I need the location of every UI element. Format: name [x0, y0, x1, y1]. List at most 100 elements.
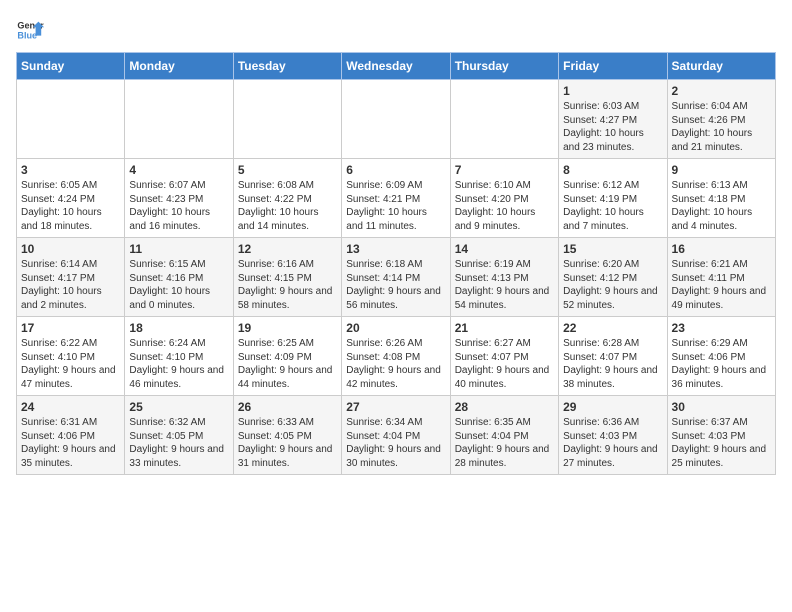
calendar-cell: 17 Sunrise: 6:22 AM Sunset: 4:10 PM Dayli… — [17, 317, 125, 396]
svg-text:Blue: Blue — [17, 30, 37, 40]
calendar-cell: 16 Sunrise: 6:21 AM Sunset: 4:11 PM Dayli… — [667, 238, 775, 317]
day-number: 24 — [21, 400, 120, 414]
weekday-header-row: SundayMondayTuesdayWednesdayThursdayFrid… — [17, 53, 776, 80]
page-header: General Blue — [16, 16, 776, 44]
day-number: 13 — [346, 242, 445, 256]
day-number: 11 — [129, 242, 228, 256]
calendar-cell — [17, 80, 125, 159]
day-number: 16 — [672, 242, 771, 256]
calendar-cell — [125, 80, 233, 159]
day-number: 14 — [455, 242, 554, 256]
day-number: 4 — [129, 163, 228, 177]
calendar-cell: 5Sunrise: 6:08 AM Sunset: 4:22 PM Daylig… — [233, 159, 341, 238]
calendar-week-4: 24 Sunrise: 6:31 AM Sunset: 4:06 PM Dayli… — [17, 396, 776, 475]
calendar-cell: 18 Sunrise: 6:24 AM Sunset: 4:10 PM Dayli… — [125, 317, 233, 396]
calendar-cell: 10Sunrise: 6:14 AM Sunset: 4:17 PM Dayli… — [17, 238, 125, 317]
day-number: 20 — [346, 321, 445, 335]
calendar-cell — [450, 80, 558, 159]
calendar-cell — [233, 80, 341, 159]
calendar-week-1: 3 Sunrise: 6:05 AM Sunset: 4:24 PM Daylig… — [17, 159, 776, 238]
day-info: Sunrise: 6:34 AM Sunset: 4:04 PM Dayligh… — [346, 416, 445, 470]
calendar-week-2: 10Sunrise: 6:14 AM Sunset: 4:17 PM Dayli… — [17, 238, 776, 317]
calendar-table: SundayMondayTuesdayWednesdayThursdayFrid… — [16, 52, 776, 475]
weekday-header-saturday: Saturday — [667, 53, 775, 80]
day-number: 17 — [21, 321, 120, 335]
day-number: 30 — [672, 400, 771, 414]
day-number: 3 — [21, 163, 120, 177]
day-info: Sunrise: 6:21 AM Sunset: 4:11 PM Dayligh… — [672, 258, 771, 312]
logo-icon: General Blue — [16, 16, 44, 44]
calendar-body: 1 Sunrise: 6:03 AM Sunset: 4:27 PM Daylig… — [17, 80, 776, 475]
day-info: Sunrise: 6:07 AM Sunset: 4:23 PM Dayligh… — [129, 179, 228, 233]
day-info: Sunrise: 6:16 AM Sunset: 4:15 PM Dayligh… — [238, 258, 337, 312]
day-info: Sunrise: 6:27 AM Sunset: 4:07 PM Dayligh… — [455, 337, 554, 391]
calendar-cell: 25Sunrise: 6:32 AM Sunset: 4:05 PM Dayli… — [125, 396, 233, 475]
day-info: Sunrise: 6:15 AM Sunset: 4:16 PM Dayligh… — [129, 258, 228, 312]
calendar-cell: 9 Sunrise: 6:13 AM Sunset: 4:18 PM Daylig… — [667, 159, 775, 238]
day-info: Sunrise: 6:28 AM Sunset: 4:07 PM Dayligh… — [563, 337, 662, 391]
day-info: Sunrise: 6:08 AM Sunset: 4:22 PM Dayligh… — [238, 179, 337, 233]
day-info: Sunrise: 6:29 AM Sunset: 4:06 PM Dayligh… — [672, 337, 771, 391]
day-number: 18 — [129, 321, 228, 335]
day-info: Sunrise: 6:33 AM Sunset: 4:05 PM Dayligh… — [238, 416, 337, 470]
day-number: 9 — [672, 163, 771, 177]
day-number: 19 — [238, 321, 337, 335]
calendar-cell: 26 Sunrise: 6:33 AM Sunset: 4:05 PM Dayli… — [233, 396, 341, 475]
day-number: 29 — [563, 400, 662, 414]
calendar-cell: 6Sunrise: 6:09 AM Sunset: 4:21 PM Daylig… — [342, 159, 450, 238]
day-number: 22 — [563, 321, 662, 335]
calendar-cell: 22 Sunrise: 6:28 AM Sunset: 4:07 PM Dayli… — [559, 317, 667, 396]
day-info: Sunrise: 6:31 AM Sunset: 4:06 PM Dayligh… — [21, 416, 120, 470]
day-number: 12 — [238, 242, 337, 256]
calendar-cell: 12 Sunrise: 6:16 AM Sunset: 4:15 PM Dayli… — [233, 238, 341, 317]
calendar-cell: 2 Sunrise: 6:04 AM Sunset: 4:26 PM Daylig… — [667, 80, 775, 159]
day-info: Sunrise: 6:10 AM Sunset: 4:20 PM Dayligh… — [455, 179, 554, 233]
day-number: 21 — [455, 321, 554, 335]
weekday-header-thursday: Thursday — [450, 53, 558, 80]
calendar-cell: 3 Sunrise: 6:05 AM Sunset: 4:24 PM Daylig… — [17, 159, 125, 238]
calendar-cell: 14 Sunrise: 6:19 AM Sunset: 4:13 PM Dayli… — [450, 238, 558, 317]
day-number: 1 — [563, 84, 662, 98]
day-info: Sunrise: 6:05 AM Sunset: 4:24 PM Dayligh… — [21, 179, 120, 233]
day-number: 15 — [563, 242, 662, 256]
calendar-cell: 13 Sunrise: 6:18 AM Sunset: 4:14 PM Dayli… — [342, 238, 450, 317]
calendar-week-0: 1 Sunrise: 6:03 AM Sunset: 4:27 PM Daylig… — [17, 80, 776, 159]
day-number: 26 — [238, 400, 337, 414]
day-info: Sunrise: 6:19 AM Sunset: 4:13 PM Dayligh… — [455, 258, 554, 312]
day-info: Sunrise: 6:18 AM Sunset: 4:14 PM Dayligh… — [346, 258, 445, 312]
calendar-cell: 19Sunrise: 6:25 AM Sunset: 4:09 PM Dayli… — [233, 317, 341, 396]
calendar-header: SundayMondayTuesdayWednesdayThursdayFrid… — [17, 53, 776, 80]
day-info: Sunrise: 6:20 AM Sunset: 4:12 PM Dayligh… — [563, 258, 662, 312]
day-info: Sunrise: 6:37 AM Sunset: 4:03 PM Dayligh… — [672, 416, 771, 470]
calendar-cell — [342, 80, 450, 159]
day-number: 7 — [455, 163, 554, 177]
day-info: Sunrise: 6:03 AM Sunset: 4:27 PM Dayligh… — [563, 100, 662, 154]
calendar-cell: 23 Sunrise: 6:29 AM Sunset: 4:06 PM Dayli… — [667, 317, 775, 396]
weekday-header-monday: Monday — [125, 53, 233, 80]
calendar-cell: 20Sunrise: 6:26 AM Sunset: 4:08 PM Dayli… — [342, 317, 450, 396]
weekday-header-sunday: Sunday — [17, 53, 125, 80]
calendar-cell: 1 Sunrise: 6:03 AM Sunset: 4:27 PM Daylig… — [559, 80, 667, 159]
weekday-header-friday: Friday — [559, 53, 667, 80]
day-info: Sunrise: 6:35 AM Sunset: 4:04 PM Dayligh… — [455, 416, 554, 470]
day-info: Sunrise: 6:09 AM Sunset: 4:21 PM Dayligh… — [346, 179, 445, 233]
calendar-cell: 8Sunrise: 6:12 AM Sunset: 4:19 PM Daylig… — [559, 159, 667, 238]
day-number: 2 — [672, 84, 771, 98]
day-info: Sunrise: 6:04 AM Sunset: 4:26 PM Dayligh… — [672, 100, 771, 154]
day-info: Sunrise: 6:13 AM Sunset: 4:18 PM Dayligh… — [672, 179, 771, 233]
day-info: Sunrise: 6:24 AM Sunset: 4:10 PM Dayligh… — [129, 337, 228, 391]
day-number: 10 — [21, 242, 120, 256]
calendar-cell: 21 Sunrise: 6:27 AM Sunset: 4:07 PM Dayli… — [450, 317, 558, 396]
calendar-cell: 30 Sunrise: 6:37 AM Sunset: 4:03 PM Dayli… — [667, 396, 775, 475]
calendar-cell: 24 Sunrise: 6:31 AM Sunset: 4:06 PM Dayli… — [17, 396, 125, 475]
calendar-cell: 27 Sunrise: 6:34 AM Sunset: 4:04 PM Dayli… — [342, 396, 450, 475]
day-info: Sunrise: 6:22 AM Sunset: 4:10 PM Dayligh… — [21, 337, 120, 391]
weekday-header-wednesday: Wednesday — [342, 53, 450, 80]
calendar-week-3: 17 Sunrise: 6:22 AM Sunset: 4:10 PM Dayli… — [17, 317, 776, 396]
day-number: 25 — [129, 400, 228, 414]
logo: General Blue — [16, 16, 48, 44]
calendar-cell: 15 Sunrise: 6:20 AM Sunset: 4:12 PM Dayli… — [559, 238, 667, 317]
day-number: 23 — [672, 321, 771, 335]
day-number: 27 — [346, 400, 445, 414]
day-number: 28 — [455, 400, 554, 414]
